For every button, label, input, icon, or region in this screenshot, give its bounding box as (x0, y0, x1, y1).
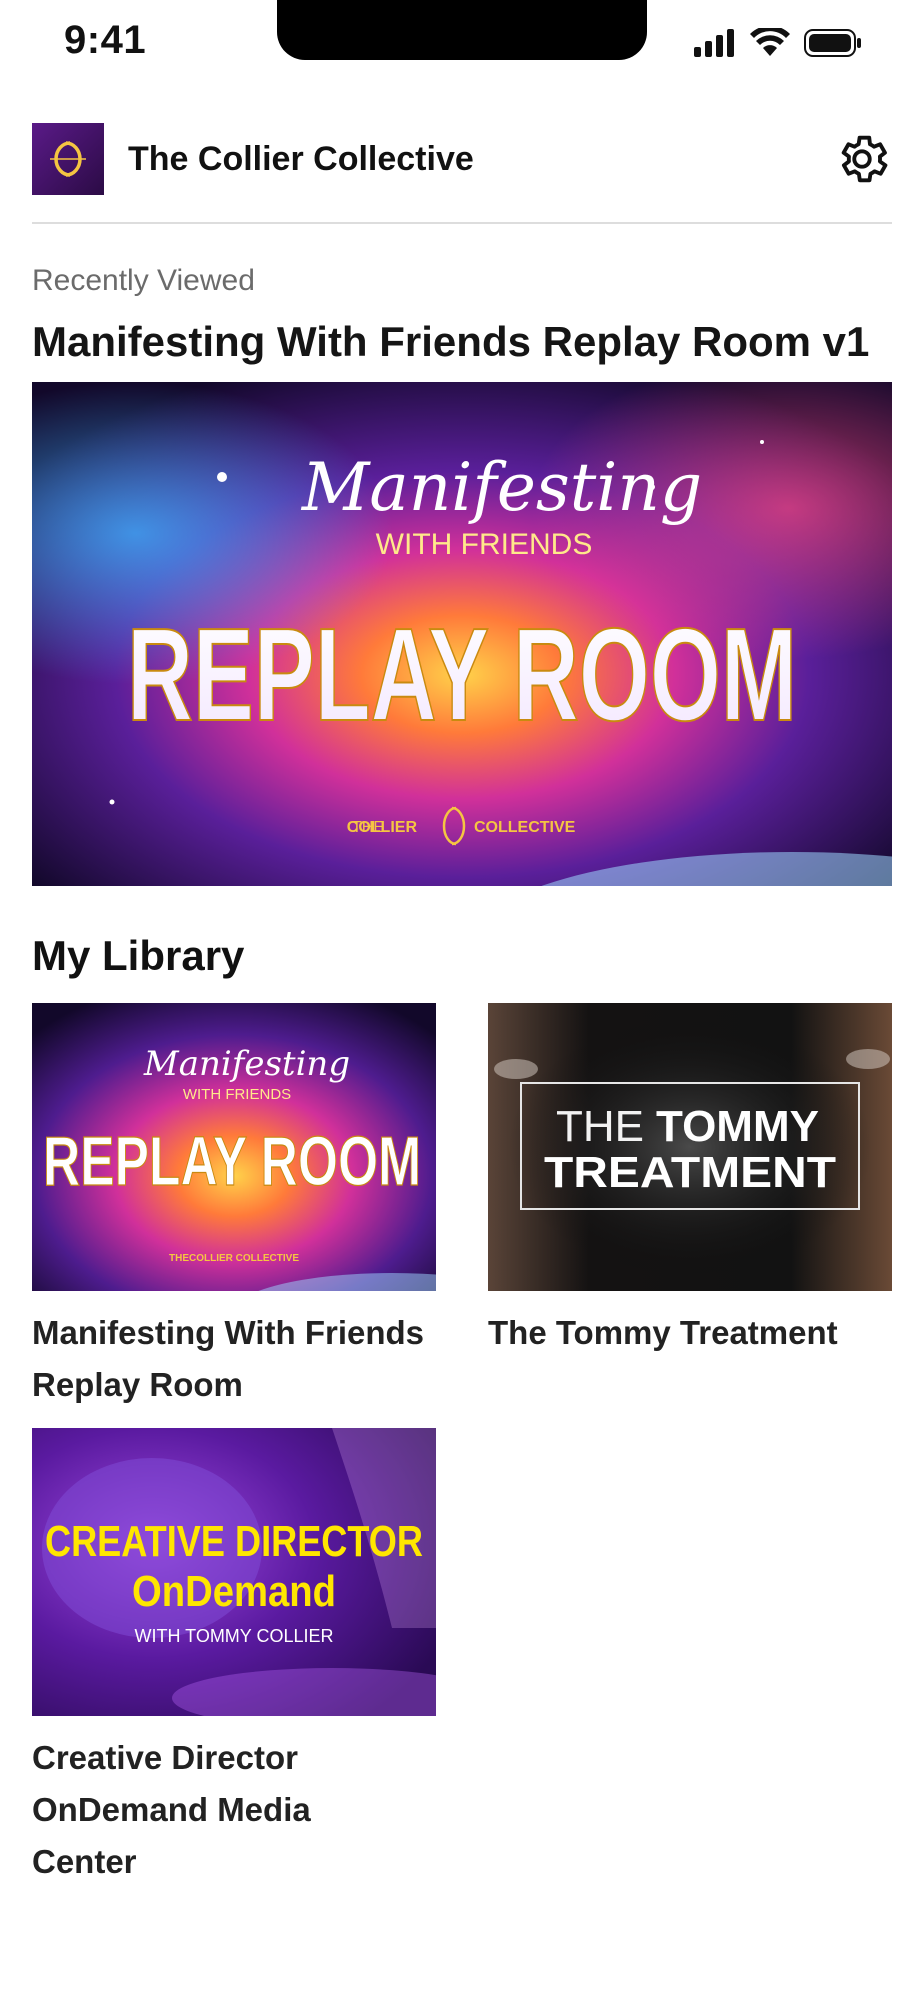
thumb2-treatment: TREATMENT (544, 1148, 836, 1197)
thumb1-sub: WITH FRIENDS (183, 1086, 291, 1103)
hero-brand-right: COLLECTIVE (474, 819, 576, 836)
thumb3-line2: OnDemand (132, 1567, 336, 1616)
face-right-eye-icon (846, 1049, 890, 1069)
thumb1-brand: THECOLLIER COLLECTIVE (169, 1253, 299, 1264)
battery-icon (804, 29, 861, 57)
gear-icon (841, 135, 888, 183)
library-card-title: Manifesting With Friends Replay Room (32, 1314, 425, 1403)
header-divider (32, 222, 892, 224)
recently-viewed-title[interactable]: Manifesting With Friends Replay Room v1 (32, 318, 869, 366)
manifesting-thumbnail: Manifesting WITH FRIENDS REPLAY ROOM THE… (32, 1003, 436, 1291)
status-icons (694, 28, 862, 58)
hero-brand-mid: COLLIER (347, 819, 418, 836)
thumb3-line3: WITH TOMMY COLLIER (134, 1626, 333, 1646)
thumb2-the: THE (556, 1102, 644, 1151)
app-logo[interactable] (32, 123, 104, 195)
library-card-tommy-treatment[interactable]: THE TOMMY TREATMENT The Tommy Treatment (488, 1003, 892, 1359)
library-card-manifesting[interactable]: Manifesting WITH FRIENDS REPLAY ROOM THE… (32, 1003, 436, 1411)
app-header: The Collier Collective (32, 122, 892, 196)
library-card-title: The Tommy Treatment (488, 1314, 838, 1351)
library-card-creative-director[interactable]: CREATIVE DIRECTOR OnDemand WITH TOMMY CO… (32, 1428, 436, 1888)
face-left-eye-icon (494, 1059, 538, 1079)
thumb2-tommy: TOMMY (656, 1102, 819, 1151)
device-notch (277, 0, 647, 60)
recently-viewed-artwork[interactable]: Manifesting WITH FRIENDS REPLAY ROOM THE… (32, 382, 892, 886)
replay-room-hero-image: Manifesting WITH FRIENDS REPLAY ROOM THE… (32, 382, 892, 886)
thumb1-headline: REPLAY ROOM (43, 1122, 421, 1200)
thumb3-line1: CREATIVE DIRECTOR (45, 1517, 423, 1566)
double-c-logo-icon (50, 141, 86, 177)
cellular-signal-icon (694, 29, 734, 57)
status-bar: 9:41 (0, 0, 924, 90)
recently-viewed-label: Recently Viewed (32, 264, 255, 297)
wifi-icon (750, 28, 790, 56)
thumb1-script: Manifesting (143, 1044, 350, 1084)
hero-script-text: Manifesting (301, 449, 702, 526)
status-time: 9:41 (64, 18, 147, 62)
library-card-title: Creative Director OnDemand Media Center (32, 1739, 311, 1880)
settings-button[interactable] (832, 129, 892, 189)
my-library-title: My Library (32, 932, 245, 979)
tommy-treatment-thumbnail: THE TOMMY TREATMENT (488, 1003, 892, 1291)
app-title: The Collier Collective (128, 139, 474, 178)
hero-headline-text: REPLAY ROOM (127, 601, 797, 748)
hero-sub-text: WITH FRIENDS (376, 528, 593, 561)
creative-director-thumbnail: CREATIVE DIRECTOR OnDemand WITH TOMMY CO… (32, 1428, 436, 1716)
